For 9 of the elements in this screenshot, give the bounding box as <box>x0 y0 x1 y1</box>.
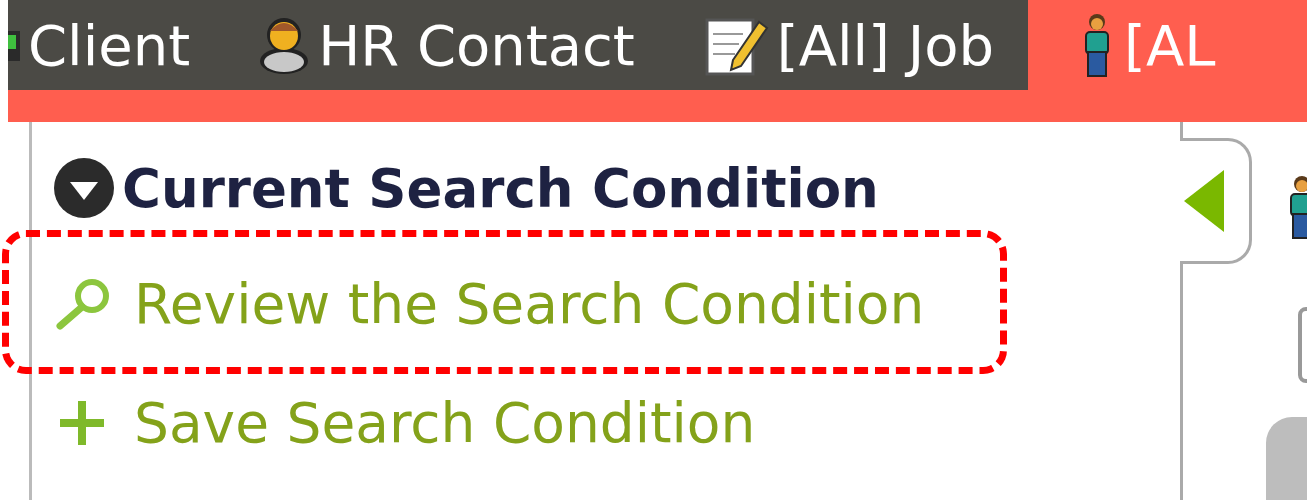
tab[interactable]: HR Contact <box>224 0 669 90</box>
collapse-tab[interactable] <box>1180 138 1252 264</box>
triangle-icon <box>1184 170 1224 232</box>
collapse-icon[interactable] <box>52 156 116 220</box>
person-icon <box>258 15 311 75</box>
person-icon <box>1290 174 1307 240</box>
section-title: Current Search Condition <box>122 157 879 219</box>
tab[interactable]: [All] Job <box>668 0 1029 90</box>
tab[interactable]: Client <box>8 0 225 90</box>
